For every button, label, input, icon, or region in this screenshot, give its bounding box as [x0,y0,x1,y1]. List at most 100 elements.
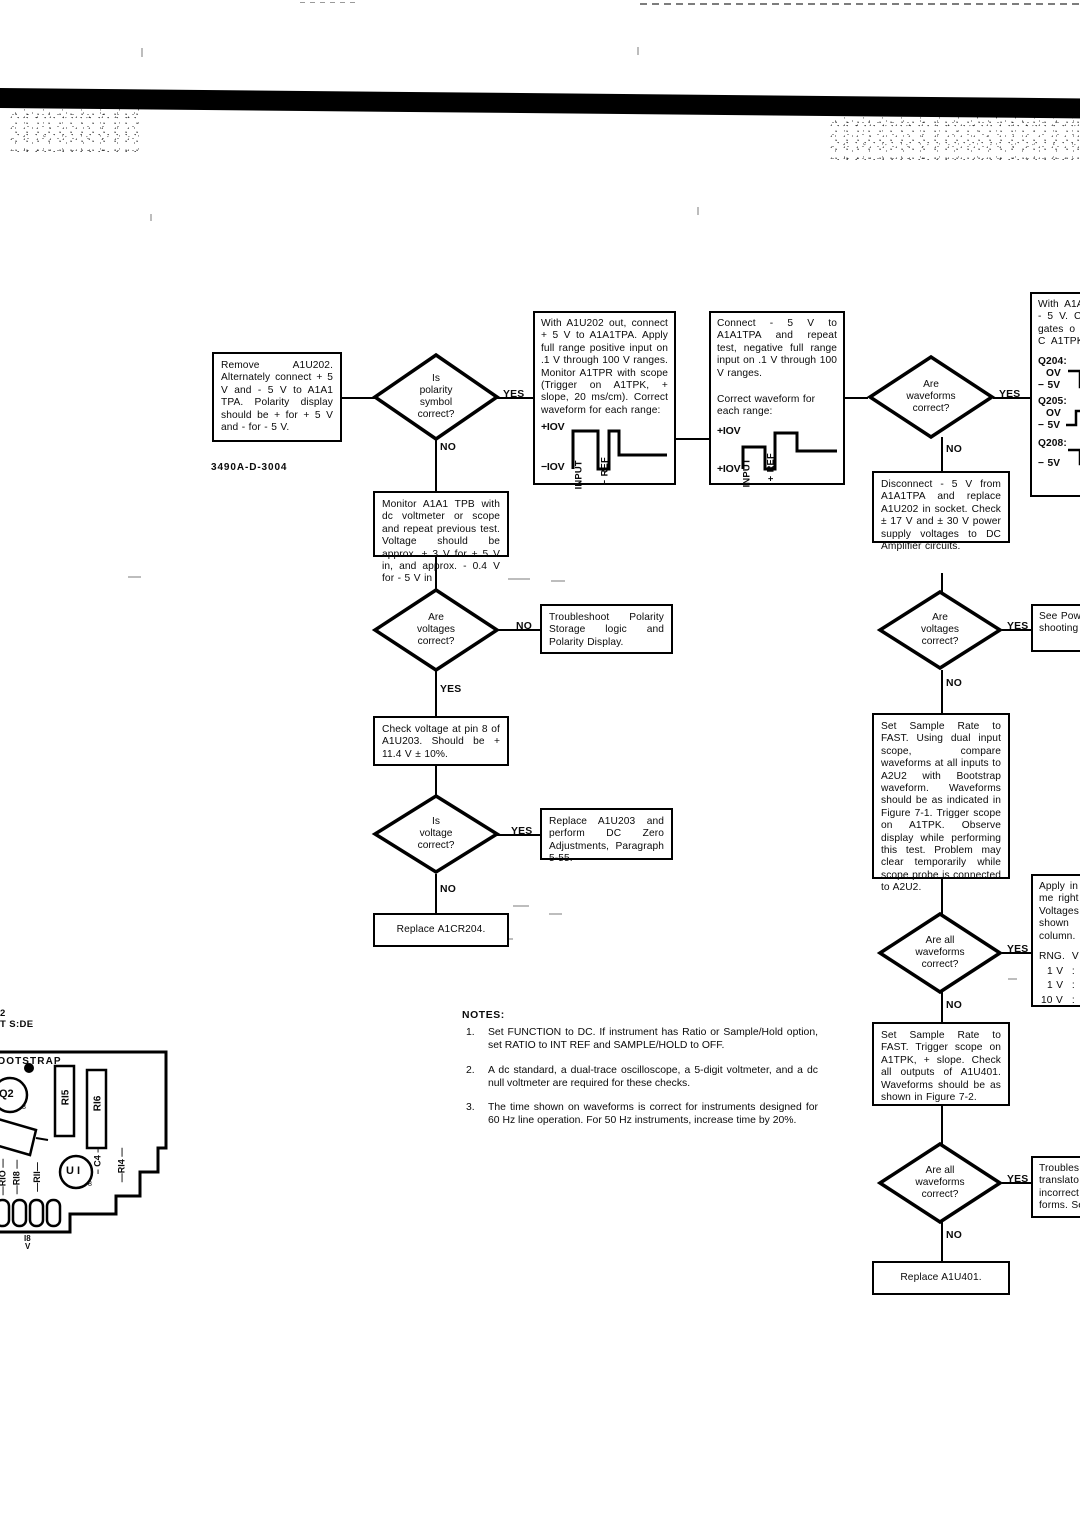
decision-line: polarity [419,384,453,396]
decision-line: waveforms [906,390,956,402]
scan-fleck [508,578,530,580]
branch-label-no: NO [440,442,456,453]
branch-label-no: NO [946,444,962,455]
step-monitor-a1a1-tpb[interactable]: Monitor A1A1 TPB with dc voltmeter or sc… [373,491,509,584]
pcb-label-u1: U I [66,1165,81,1177]
scan-fleck [150,214,152,221]
table-cell-range: RNG. [1039,951,1065,963]
decision-line: correct? [417,636,455,648]
pcb-label-r14: —RI4 — [116,1147,127,1183]
table-cell-range: 1 V [1047,980,1064,992]
q204-hi-label: OV [1046,367,1061,379]
decision-line: voltages [417,623,455,635]
q205-group: Q205: OV − 5V [1038,396,1080,431]
q204-lo-label: − 5V [1038,379,1061,391]
q208-lo-label: − 5V [1038,457,1061,469]
decision-line: Is [432,372,440,384]
decision-text: Are waveforms correct? [868,355,994,439]
table-row: 10 V : [1039,994,1080,1005]
branch-label-yes: YES [1007,944,1029,955]
branch-label-no: NO [516,621,532,632]
decision-voltages-correct-right[interactable]: Are voltages correct? [876,589,1004,671]
step-gate-waveforms-q204-q205-q208[interactable]: With A1A1TP - 5 V. C gates o and C A1TPK… [1030,292,1080,497]
scan-dash-top-left [300,2,360,3]
branch-label-yes: YES [999,389,1021,400]
step-negative-full-range-waveform[interactable]: Connect - 5 V to A1A1TPA and repeat test… [709,311,845,487]
scan-speckle-left [10,104,140,152]
decision-line: Is [432,815,440,827]
table-row: 1 V : [1039,965,1080,980]
pcb-assembly-drawing: BOOTSTRAP Q2 8 U I 8 C3 RI5 RI6 – RI2 – … [0,1000,184,1280]
connector [435,874,437,914]
step-remove-a1u202[interactable]: Remove A1U202. Alternately connect + 5 V… [212,352,342,442]
note-text: A dc standard, a dual-trace oscilloscope… [488,1064,818,1089]
waveform-negative-ref: +IOV −IOV INPUT − REF [541,421,668,490]
note-item: 2. A dc standard, a dual-trace oscillosc… [462,1064,818,1090]
decision-line: waveforms [915,1176,965,1188]
q204-label: Q204: [1038,355,1067,367]
table-row: RNG. V [1039,950,1080,965]
branch-label-yes: YES [1007,621,1029,632]
note-number: 3. [466,1102,475,1114]
scan-fleck [549,913,562,915]
notes-block: NOTES: 1. Set FUNCTION to DC. If instrum… [462,1009,818,1138]
table-cell-value: : [1071,980,1075,992]
q205-lo-label: − 5V [1038,419,1061,431]
pcb-label-q2-pin8: 8 [22,1104,26,1111]
decision-line: Are [428,611,444,623]
connector [341,397,375,399]
scan-fleck [697,207,699,215]
branch-label-no: NO [946,1230,962,1241]
decision-line: correct? [912,403,950,415]
step-replace-a1u203[interactable]: Replace A1U203 and perform DC Zero Adjus… [540,808,673,864]
step-replace-a1u401[interactable]: Replace A1U401. [872,1261,1010,1295]
notes-heading: NOTES: [462,1010,505,1021]
waveform-trace [741,431,837,471]
decision-polarity-symbol-correct[interactable]: Is polarity symbol correct? [371,352,501,442]
connector [941,437,943,472]
scan-fleck [637,47,639,55]
pcb-label-r15: RI5 [60,1089,72,1106]
pcb-label-c4: – C4 – [92,1147,103,1175]
decision-line: waveforms [915,946,965,958]
scan-fleck [128,576,141,578]
step-compare-bootstrap-waveforms[interactable]: Set Sample Rate to FAST. Using dual inpu… [872,713,1010,893]
connector [435,670,437,717]
decision-text: Are all waveforms correct? [878,912,1002,994]
connector [676,438,710,440]
note-text: The time shown on waveforms is correct f… [488,1102,818,1127]
decision-waveforms-correct-top[interactable]: Are waveforms correct? [866,354,996,440]
step-disconnect-and-check-supplies[interactable]: Disconnect - 5 V from A1A1TPA and replac… [872,471,1010,552]
decision-voltage-correct[interactable]: Is voltage correct? [371,793,501,875]
scan-dash-top-right [640,3,1080,5]
scan-fleck [551,580,565,582]
step-positive-full-range-waveform[interactable]: With A1U202 out, connect + 5 V to A1A1TP… [533,311,676,490]
branch-label-yes: YES [1007,1174,1029,1185]
connector [941,670,943,714]
step-text-2: Correct waveform for each range: [717,394,816,418]
note-item: 3. The time shown on waveforms is correc… [462,1101,818,1127]
note-number: 2. [466,1064,475,1076]
step-see-power-supply-troubleshooting[interactable]: See Pow shooting [1031,604,1080,652]
branch-label-no: NO [946,1000,962,1011]
table-cell-range: 1 V [1047,965,1064,977]
step-apply-input-voltage-table[interactable]: Apply in and me right e Voltages shown c… [1031,874,1080,1007]
decision-line: correct? [921,959,959,971]
decision-all-waveforms-correct-2[interactable]: Are all waveforms correct? [876,1141,1004,1225]
decision-line: correct? [921,1189,959,1201]
branch-label-yes: YES [440,684,462,695]
connector [941,992,943,1022]
step-troubleshoot-polarity-storage[interactable]: Troubleshoot Polarity Storage logic and … [540,604,673,654]
figure-number: 3490A-D-3004 [211,462,288,473]
decision-text: Is polarity symbol correct? [373,353,499,441]
step-troubleshoot-translator[interactable]: Troubles translato incorrect forms. Se [1031,1156,1080,1218]
step-check-a1u401-outputs[interactable]: Set Sample Rate to FAST. Trigger scope o… [872,1022,1010,1106]
q204-group: Q204: OV − 5V [1038,355,1080,391]
branch-label-yes: YES [503,389,525,400]
decision-all-waveforms-correct-1[interactable]: Are all waveforms correct? [876,911,1004,995]
step-replace-a1cr204[interactable]: Replace A1CR204. [373,913,509,947]
step-text: With A1U202 out, connect + 5 V to A1A1TP… [541,318,668,416]
decision-voltages-correct-left[interactable]: Are voltages correct? [371,587,501,673]
step-check-pin8-voltage[interactable]: Check voltage at pin 8 of A1U203. Should… [373,716,509,766]
decision-line: correct? [417,840,455,852]
